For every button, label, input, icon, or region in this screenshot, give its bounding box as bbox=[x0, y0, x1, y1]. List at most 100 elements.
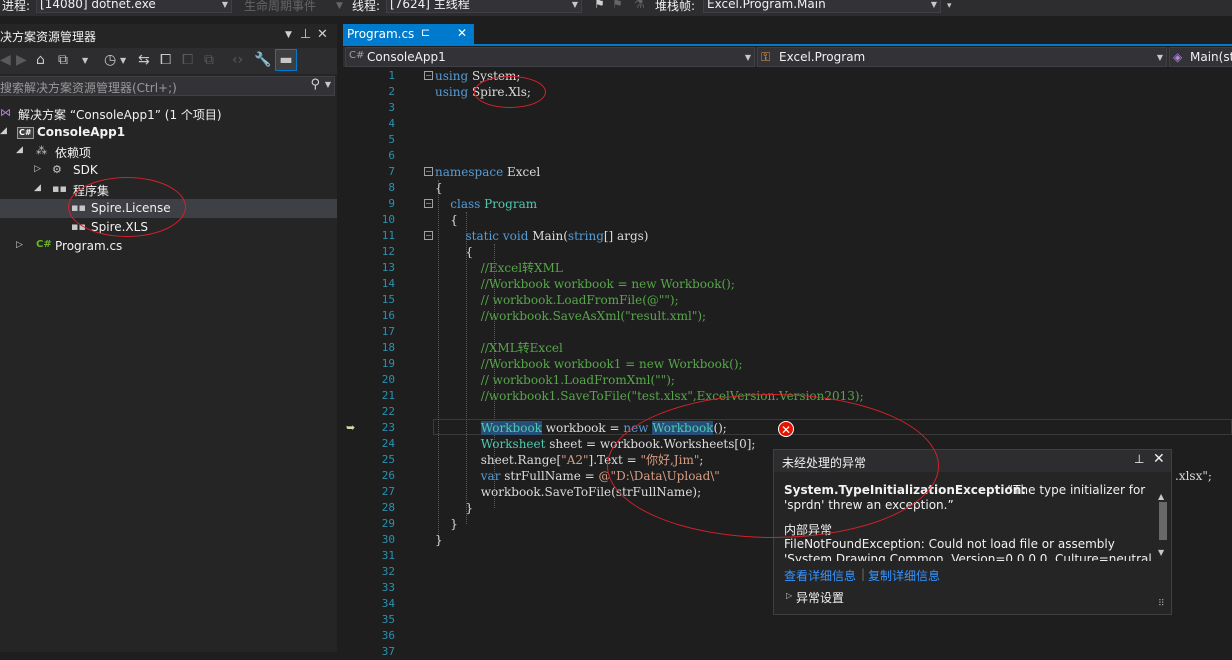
stackframe-dropdown[interactable]: Excel.Program.Main ▼ bbox=[703, 0, 941, 13]
view-details-link[interactable]: 查看详细信息 bbox=[784, 567, 856, 584]
code-line[interactable]: workbook.SaveToFile(strFullName); bbox=[435, 484, 701, 500]
toolbar-overflow-icon[interactable]: ▾ bbox=[947, 1, 952, 11]
line-number: 10 bbox=[381, 213, 395, 226]
code-line[interactable]: //workbook1.SaveToFile("test.xlsx",Excel… bbox=[435, 388, 864, 404]
collapse-region-icon[interactable]: − bbox=[424, 231, 433, 240]
code-line[interactable]: } bbox=[435, 516, 458, 532]
flag-all-icon[interactable]: ⚑ bbox=[612, 0, 623, 11]
code-line[interactable]: { bbox=[435, 180, 443, 196]
resize-grip-icon[interactable]: ⠿ bbox=[1158, 599, 1165, 609]
code-line[interactable]: //XML转Excel bbox=[435, 340, 563, 356]
tree-item-project[interactable]: ◢ C# ConsoleApp1 bbox=[0, 123, 337, 142]
collapse-region-icon[interactable]: − bbox=[424, 199, 433, 208]
code-line[interactable]: namespace Excel bbox=[435, 164, 540, 180]
inner-exception-clip: 'System.Drawing.Common, Version=0.0.0.0,… bbox=[784, 553, 1156, 561]
code-line[interactable]: //Workbook workbook = new Workbook(); bbox=[435, 276, 735, 292]
flag-thread-icon[interactable]: ⚑ bbox=[594, 0, 605, 11]
sync-icon[interactable]: ⇆ bbox=[138, 52, 150, 68]
tree-item-dependencies[interactable]: ◢ ⁂ 依赖项 bbox=[0, 142, 337, 161]
project-dropdown[interactable]: C# ConsoleApp1 ▼ bbox=[345, 47, 755, 67]
class-dropdown[interactable]: ⚿ Excel.Program ▼ bbox=[757, 47, 1167, 67]
preview-selected-icon[interactable]: ▬ bbox=[275, 49, 297, 71]
switch-views-icon[interactable]: ⧉ bbox=[58, 52, 68, 68]
code-line[interactable]: //workbook.SaveAsXml("result.xml"); bbox=[435, 308, 706, 324]
lifecycle-events-button[interactable]: 生命周期事件 bbox=[244, 0, 316, 14]
home-icon[interactable]: ⌂ bbox=[36, 52, 45, 68]
forward-icon[interactable]: ▶ bbox=[16, 52, 27, 68]
scroll-down-icon[interactable]: ▼ bbox=[1158, 548, 1164, 557]
code-line[interactable]: Worksheet sheet = workbook.Worksheets[0]… bbox=[435, 436, 756, 452]
filter-icon[interactable]: ⚗ bbox=[634, 0, 645, 11]
assembly-icon: ▪▪ bbox=[71, 201, 86, 214]
collapse-region-icon[interactable]: − bbox=[424, 167, 433, 176]
collapse-arrow-icon[interactable]: ◢ bbox=[34, 183, 41, 193]
code-line[interactable]: using System; bbox=[435, 68, 520, 84]
code-line[interactable]: var strFullName = @"D:\Data\Upload\" bbox=[435, 468, 720, 484]
tree-item-assemblies[interactable]: ◢ ▪▪ 程序集 bbox=[0, 180, 337, 199]
code-line[interactable]: } bbox=[435, 500, 474, 516]
collapse-arrow-icon[interactable]: ◢ bbox=[0, 126, 7, 136]
process-dropdown[interactable]: [14080] dotnet.exe ▼ bbox=[36, 0, 232, 13]
thread-value: [7624] 主线程 bbox=[390, 0, 470, 11]
code-line[interactable]: // workbook1.LoadFromXml(""); bbox=[435, 372, 675, 388]
code-line[interactable]: //Excel转XML bbox=[435, 260, 563, 276]
exception-settings-toggle[interactable]: 异常设置 bbox=[796, 589, 844, 606]
pending-changes-icon[interactable]: ◷ bbox=[104, 52, 116, 68]
close-icon[interactable]: ✕ bbox=[1153, 451, 1165, 467]
solution-explorer-title-bar: 决方案资源管理器 ▼ ⊥ ✕ bbox=[0, 24, 337, 46]
expand-arrow-icon[interactable]: ▷ bbox=[786, 591, 792, 600]
tree-item-label: Spire.XLS bbox=[91, 220, 148, 234]
code-line[interactable]: Workbook workbook = new Workbook(); bbox=[435, 420, 727, 436]
tree-item-spire-license[interactable]: ▪▪ Spire.License bbox=[0, 199, 337, 218]
code-line[interactable]: static void Main(string[] args) bbox=[435, 228, 649, 244]
close-icon[interactable]: ✕ bbox=[457, 26, 467, 40]
view-code-icon[interactable]: ‹› bbox=[232, 52, 243, 68]
pin-icon[interactable]: ⊥ bbox=[1134, 452, 1144, 466]
tab-label: Program.cs bbox=[347, 27, 415, 41]
scroll-up-icon[interactable]: ▲ bbox=[1158, 492, 1164, 501]
member-dropdown[interactable]: ◈ Main(st bbox=[1169, 47, 1232, 67]
copy-details-link[interactable]: 复制详细信息 bbox=[868, 567, 940, 584]
tree-item-program-cs[interactable]: ▷ C# Program.cs bbox=[0, 237, 337, 256]
collapse-region-icon[interactable]: − bbox=[424, 71, 433, 80]
properties-wrench-icon[interactable]: 🔧 bbox=[254, 52, 271, 68]
expand-arrow-icon[interactable]: ▷ bbox=[34, 164, 41, 174]
window-position-icon[interactable]: ▼ bbox=[285, 30, 292, 40]
close-icon[interactable]: ✕ bbox=[317, 27, 328, 42]
exception-error-icon[interactable]: ✕ bbox=[778, 421, 794, 437]
exception-scrollbar[interactable]: ▲ ▼ bbox=[1157, 492, 1169, 562]
show-all-files-icon[interactable]: ⧠ bbox=[182, 52, 193, 68]
tab-program-cs[interactable]: Program.cs ⊏ ✕ bbox=[343, 24, 474, 46]
code-line[interactable]: using Spire.Xls; bbox=[435, 84, 531, 100]
thread-dropdown[interactable]: [7624] 主线程 ▼ bbox=[386, 0, 582, 13]
expand-arrow-icon[interactable]: ▷ bbox=[16, 240, 23, 250]
line-number: 24 bbox=[381, 437, 395, 450]
chevron-down-icon: ▼ bbox=[336, 1, 343, 11]
code-line[interactable]: { bbox=[435, 244, 474, 260]
line-number: 9 bbox=[388, 197, 395, 210]
code-line[interactable]: class Program bbox=[435, 196, 537, 212]
line-number: 28 bbox=[381, 501, 395, 514]
code-line[interactable]: { bbox=[435, 212, 458, 228]
search-solution-explorer-input[interactable]: 搜索解决方案资源管理器(Ctrl+;) ⚲ ▼ bbox=[0, 76, 335, 96]
search-icon[interactable]: ⚲ bbox=[310, 77, 320, 92]
tree-item-spire-xls[interactable]: ▪▪ Spire.XLS bbox=[0, 218, 337, 237]
code-line[interactable]: //Workbook workbook1 = new Workbook(); bbox=[435, 356, 743, 372]
code-line[interactable]: // workbook.LoadFromFile(@""); bbox=[435, 292, 679, 308]
chevron-down-icon[interactable]: ▼ bbox=[120, 56, 126, 65]
copy-icon[interactable]: ⧉ bbox=[204, 52, 214, 68]
chevron-down-icon[interactable]: ▼ bbox=[82, 56, 88, 65]
code-line[interactable]: sheet.Range["A2"].Text = "你好,Jim"; bbox=[435, 452, 704, 468]
pin-icon[interactable]: ⊏ bbox=[421, 26, 430, 39]
tree-item-solution[interactable]: ⋈ 解决方案 “ConsoleApp1” (1 个项目) bbox=[0, 104, 337, 123]
scroll-thumb[interactable] bbox=[1159, 502, 1167, 540]
pin-icon[interactable]: ⊥ bbox=[300, 27, 311, 42]
back-icon[interactable]: ◀ bbox=[0, 52, 11, 68]
collapse-arrow-icon[interactable]: ◢ bbox=[16, 145, 23, 155]
tree-item-sdk[interactable]: ▷ ⚙ SDK bbox=[0, 161, 337, 180]
chevron-down-icon[interactable]: ▼ bbox=[325, 80, 331, 89]
stackframe-label: 堆栈帧: bbox=[655, 0, 696, 13]
code-line[interactable]: } bbox=[435, 532, 443, 548]
csharp-project-icon: C# bbox=[17, 127, 34, 139]
collapse-all-icon[interactable]: ⧠ bbox=[160, 52, 171, 68]
